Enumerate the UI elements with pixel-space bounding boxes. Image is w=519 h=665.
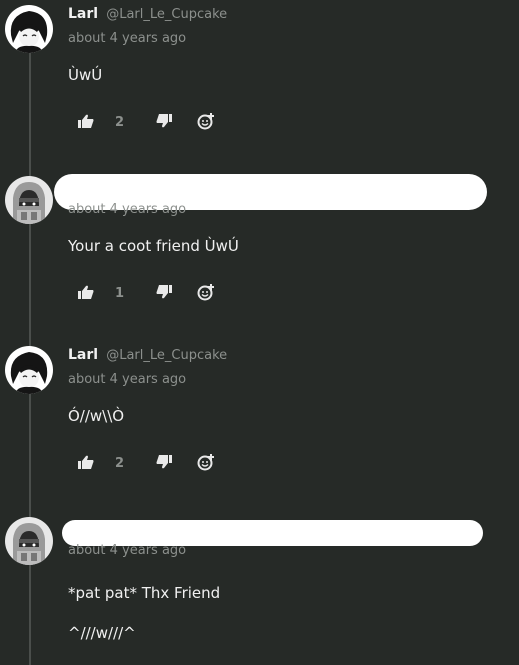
comment-body: Your a coot friend ÙwÚ xyxy=(68,237,239,277)
comment-body: ÙwÚ xyxy=(68,66,102,106)
timestamp[interactable]: about 4 years ago xyxy=(68,543,186,558)
avatar[interactable] xyxy=(5,176,53,224)
dislike-button[interactable] xyxy=(156,455,172,469)
dislike-button[interactable] xyxy=(156,285,172,299)
avatar[interactable] xyxy=(5,517,53,565)
comment-text: Ó//w\\Ò xyxy=(68,407,125,425)
like-count: 2 xyxy=(115,115,125,130)
add-reaction-button[interactable] xyxy=(197,112,215,130)
thumbs-down-icon xyxy=(156,114,172,128)
add-reaction-icon xyxy=(197,113,214,130)
like-count: 2 xyxy=(115,456,125,471)
comment-header xyxy=(68,518,72,534)
larl-avatar-icon xyxy=(5,346,53,394)
comment: about 4 years ago *pat pat* Thx Friend ^… xyxy=(0,512,519,665)
thumbs-up-icon xyxy=(78,455,94,469)
avatar[interactable] xyxy=(5,5,53,53)
comment-body: Ó//w\\Ò xyxy=(68,407,124,447)
comment: Larl @Larl_Le_Cupcake about 4 years ago … xyxy=(0,0,519,170)
author-name[interactable]: Larl xyxy=(68,347,98,363)
hooded-avatar-icon xyxy=(5,517,53,565)
timestamp[interactable]: about 4 years ago xyxy=(68,31,186,46)
comment: about 4 years ago Your a coot friend ÙwÚ… xyxy=(0,171,519,341)
comment-text: Your a coot friend ÙwÚ xyxy=(68,237,239,255)
author-name[interactable]: Larl xyxy=(68,6,98,22)
add-reaction-icon xyxy=(197,454,214,471)
hooded-avatar-icon xyxy=(5,176,53,224)
dislike-button[interactable] xyxy=(156,114,172,128)
comment-text: ÙwÚ xyxy=(68,66,103,84)
like-button[interactable] xyxy=(78,455,94,469)
comment-header: Larl @Larl_Le_Cupcake xyxy=(68,347,227,363)
like-count: 1 xyxy=(115,286,125,301)
comment: Larl @Larl_Le_Cupcake about 4 years ago … xyxy=(0,341,519,511)
thumbs-down-icon xyxy=(156,285,172,299)
thumbs-up-icon xyxy=(78,114,94,128)
timestamp[interactable]: about 4 years ago xyxy=(68,372,186,387)
author-handle[interactable]: @Larl_Le_Cupcake xyxy=(106,348,227,363)
comment-text: *pat pat* Thx Friend xyxy=(68,584,221,602)
add-reaction-button[interactable] xyxy=(197,453,215,471)
larl-avatar-icon xyxy=(5,5,53,53)
comment-text: ^///w///^ xyxy=(68,624,136,642)
author-handle[interactable]: @Larl_Le_Cupcake xyxy=(106,7,227,22)
like-button[interactable] xyxy=(78,285,94,299)
like-button[interactable] xyxy=(78,114,94,128)
comment-header: Larl @Larl_Le_Cupcake xyxy=(68,6,227,22)
add-reaction-button[interactable] xyxy=(197,283,215,301)
avatar[interactable] xyxy=(5,346,53,394)
thumbs-down-icon xyxy=(156,455,172,469)
timestamp[interactable]: about 4 years ago xyxy=(68,202,186,217)
thumbs-up-icon xyxy=(78,285,94,299)
add-reaction-icon xyxy=(197,284,214,301)
comment-header xyxy=(68,177,72,193)
comment-body: *pat pat* Thx Friend ^///w///^ xyxy=(68,584,220,664)
